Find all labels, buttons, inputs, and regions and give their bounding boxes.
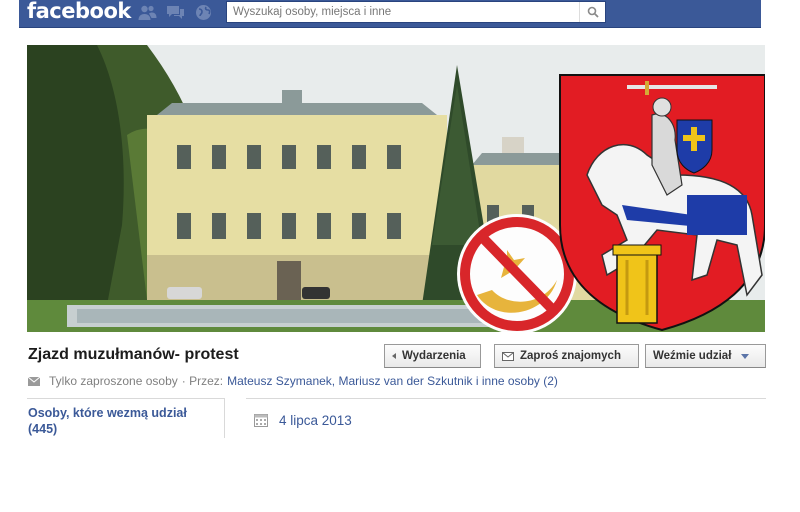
messages-icon[interactable] [166,4,185,21]
hosted-by-label: · Przez: [181,374,224,388]
calendar-icon [254,414,268,427]
cover-photo[interactable] [27,45,765,332]
notifications-globe-icon[interactable] [194,4,213,21]
rsvp-going-button[interactable]: Weźmie udział [645,344,766,368]
event-meta: Tylko zaproszone osoby · Przez: Mateusz … [28,374,558,388]
privacy-label: Tylko zaproszone osoby [49,374,178,388]
events-button[interactable]: Wydarzenia [384,344,481,368]
chevron-left-icon [392,353,396,359]
hosts-link[interactable]: Mateusz Szymanek, Mariusz van der Szkutn… [227,374,558,388]
friend-requests-icon[interactable] [138,4,157,21]
top-nav-bar: facebook [19,0,761,28]
facebook-logo[interactable]: facebook [27,0,131,23]
event-date: 4 lipca 2013 [254,413,352,428]
search-button[interactable] [579,2,605,22]
envelope-icon [28,376,40,386]
search-box [226,1,606,23]
divider [246,398,766,399]
divider [27,398,224,399]
events-button-label: Wydarzenia [402,350,466,362]
search-icon [587,6,599,18]
column-divider [224,398,225,438]
chevron-down-icon [741,353,750,359]
invite-button-label: Zaproś znajomych [520,350,621,362]
cover-image [27,45,765,332]
search-input[interactable] [227,2,579,22]
envelope-icon [502,351,514,361]
event-date-text: 4 lipca 2013 [279,413,352,428]
rsvp-button-label: Weźmie udział [653,350,732,362]
guests-going-link[interactable]: Osoby, które wezmą udział (445) [28,405,218,437]
event-title: Zjazd muzułmanów- protest [28,346,239,363]
invite-friends-button[interactable]: Zaproś znajomych [494,344,639,368]
